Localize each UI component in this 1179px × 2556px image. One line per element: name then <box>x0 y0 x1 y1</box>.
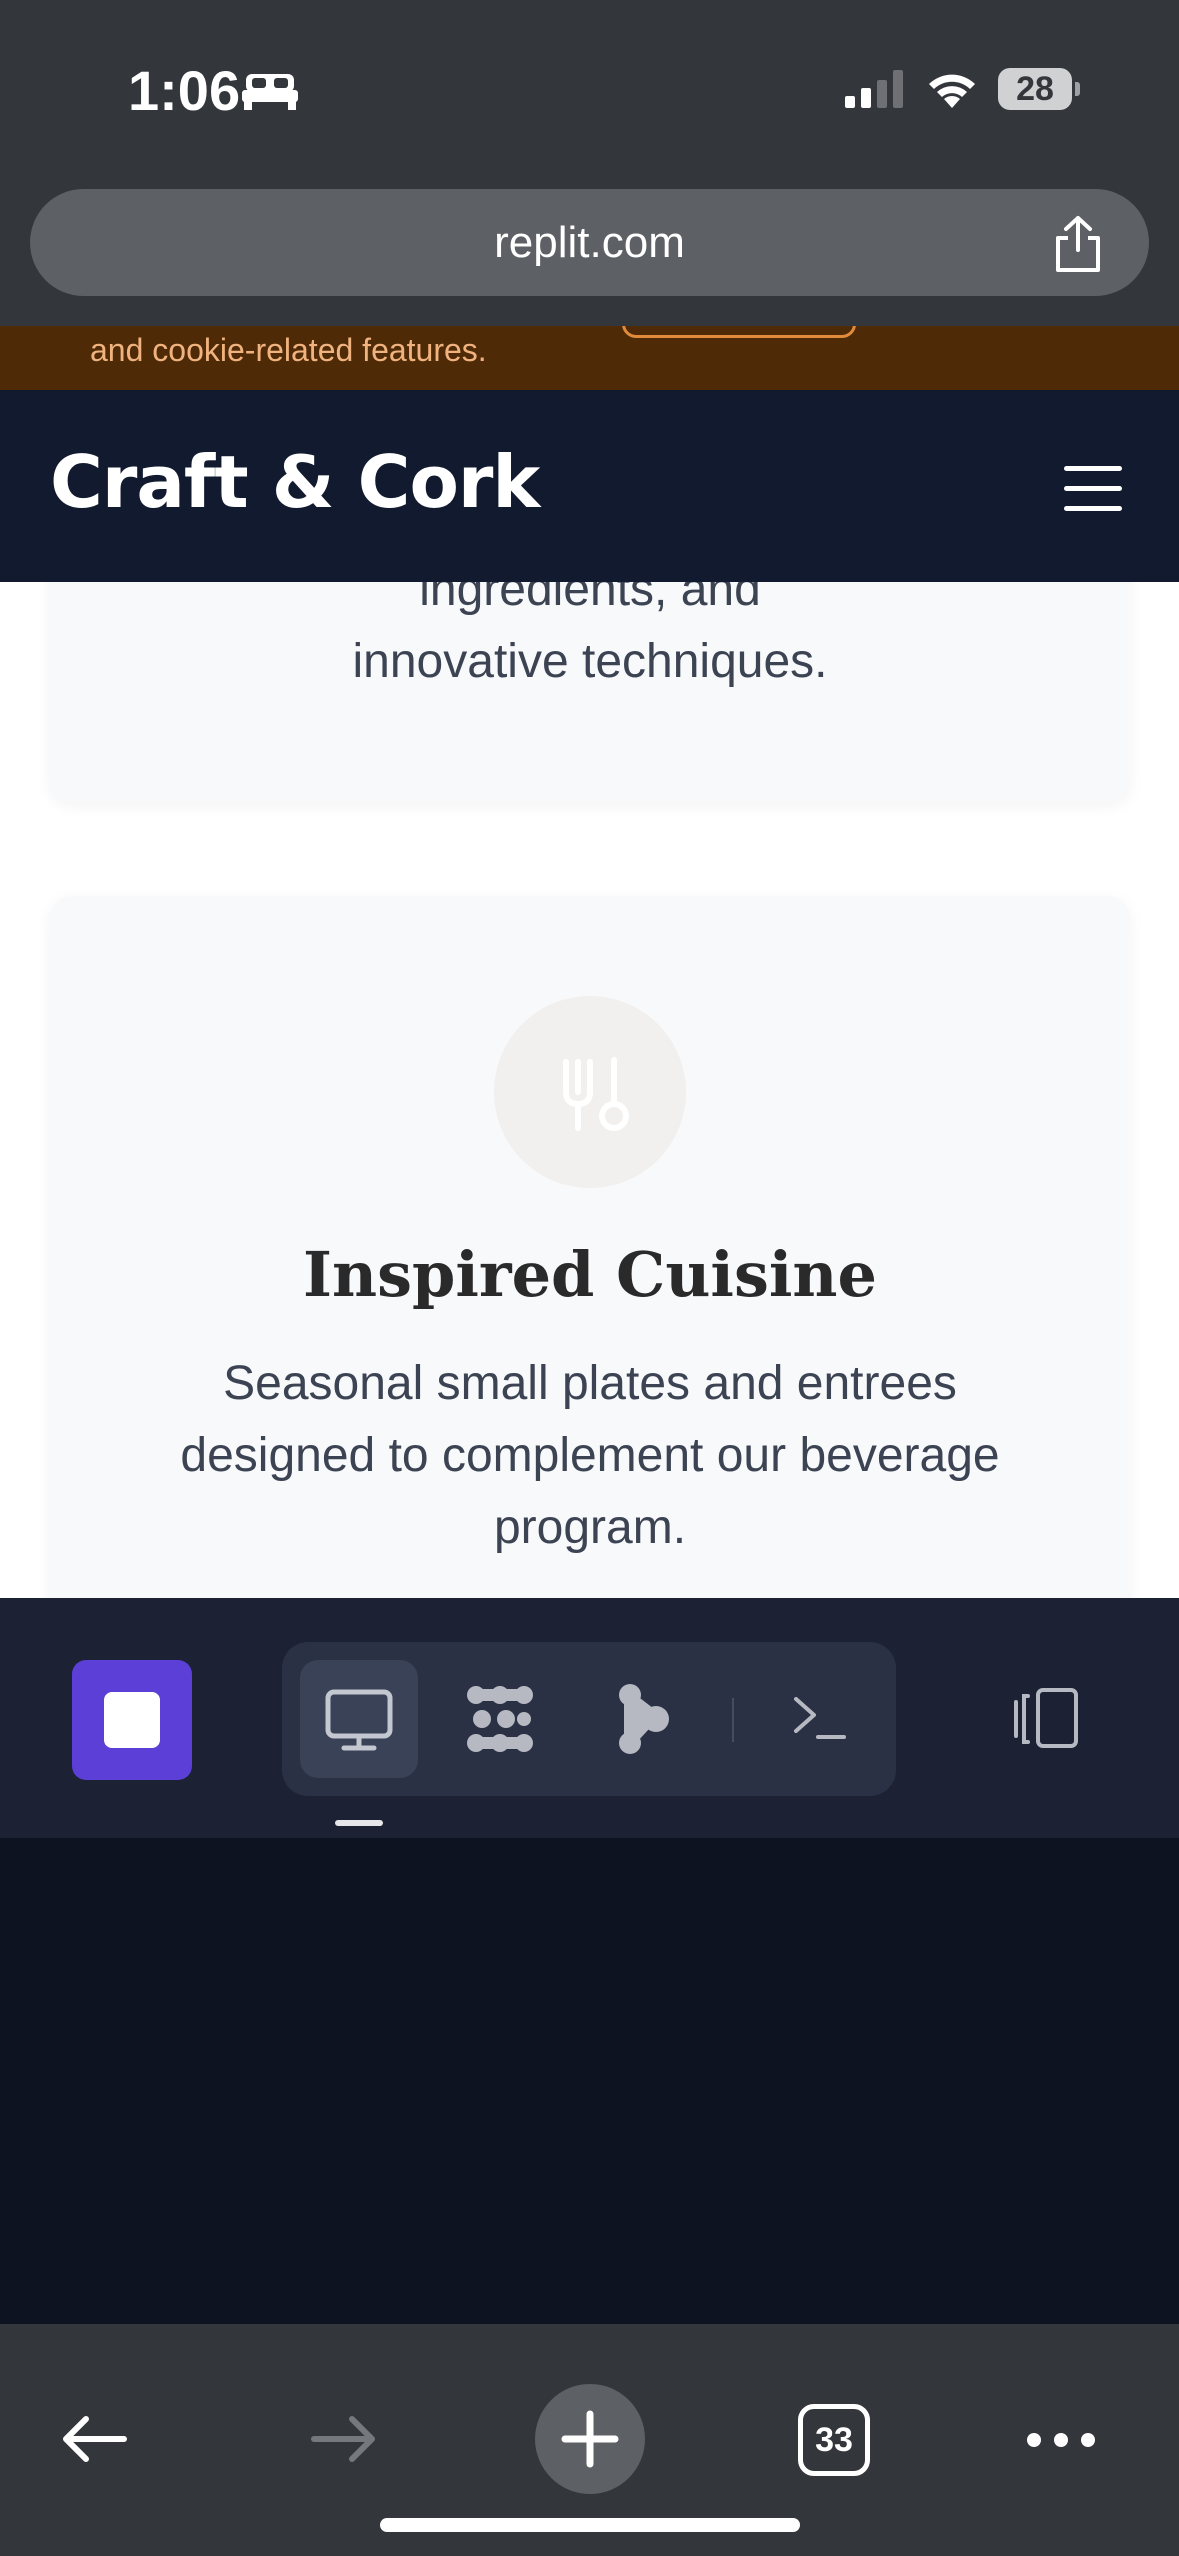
tool-tab-group <box>282 1642 896 1796</box>
url-text: replit.com <box>494 218 685 267</box>
browser-chrome: 1:06 28 replit.com <box>0 0 1179 326</box>
shell-icon[interactable] <box>788 1689 848 1749</box>
feature-card-cuisine: Inspired Cuisine Seasonal small plates a… <box>50 896 1130 1598</box>
stop-icon <box>104 1692 160 1748</box>
status-time: 1:06 <box>128 59 241 122</box>
cuisine-icon-badge <box>494 996 686 1188</box>
feature-card-description: Seasonal small plates and entrees design… <box>180 1357 1000 1554</box>
tab-count-button[interactable]: 33 <box>798 2404 870 2476</box>
feature-card-title: Inspired Cuisine <box>303 1238 877 1311</box>
cookie-banner: and cookie-related features. <box>0 326 1179 390</box>
battery-level: 28 <box>1016 70 1054 108</box>
more-options-icon[interactable] <box>1026 2430 1096 2450</box>
git-icon[interactable] <box>614 1681 674 1757</box>
forward-arrow-icon[interactable] <box>308 2414 378 2464</box>
web-page: and cookie-related features. ingredients… <box>0 326 1179 1598</box>
cellular-signal-icon <box>845 70 903 108</box>
share-icon[interactable] <box>1050 214 1106 274</box>
tab-count: 33 <box>815 2421 853 2459</box>
sleep-focus-icon <box>242 74 298 110</box>
hamburger-menu-icon[interactable] <box>1064 466 1122 512</box>
back-arrow-icon[interactable] <box>60 2414 130 2464</box>
cookie-accept-button[interactable] <box>622 326 856 338</box>
utensils-icon <box>563 1057 629 1131</box>
cookie-banner-text: and cookie-related features. <box>90 332 487 368</box>
preview-icon <box>325 1689 393 1751</box>
replit-toolbar <box>0 1598 1179 1838</box>
console-area <box>0 1838 1179 2324</box>
site-header: Craft & Cork <box>0 390 1179 582</box>
toolbar-divider <box>732 1698 734 1742</box>
stop-button[interactable] <box>72 1660 192 1780</box>
battery-indicator: 28 <box>998 68 1080 110</box>
url-bar[interactable]: replit.com <box>30 189 1149 296</box>
active-tab-indicator <box>335 1820 383 1826</box>
layout-toggle-icon[interactable] <box>1010 1686 1080 1750</box>
wifi-icon <box>929 74 975 108</box>
tab-preview[interactable] <box>300 1660 418 1778</box>
home-indicator <box>380 2518 800 2532</box>
plus-icon <box>561 2410 619 2468</box>
new-tab-button[interactable] <box>535 2384 645 2494</box>
agent-icon[interactable] <box>462 1681 538 1757</box>
battery-tip <box>1075 82 1080 96</box>
site-logo-text[interactable]: Craft & Cork <box>50 440 540 524</box>
